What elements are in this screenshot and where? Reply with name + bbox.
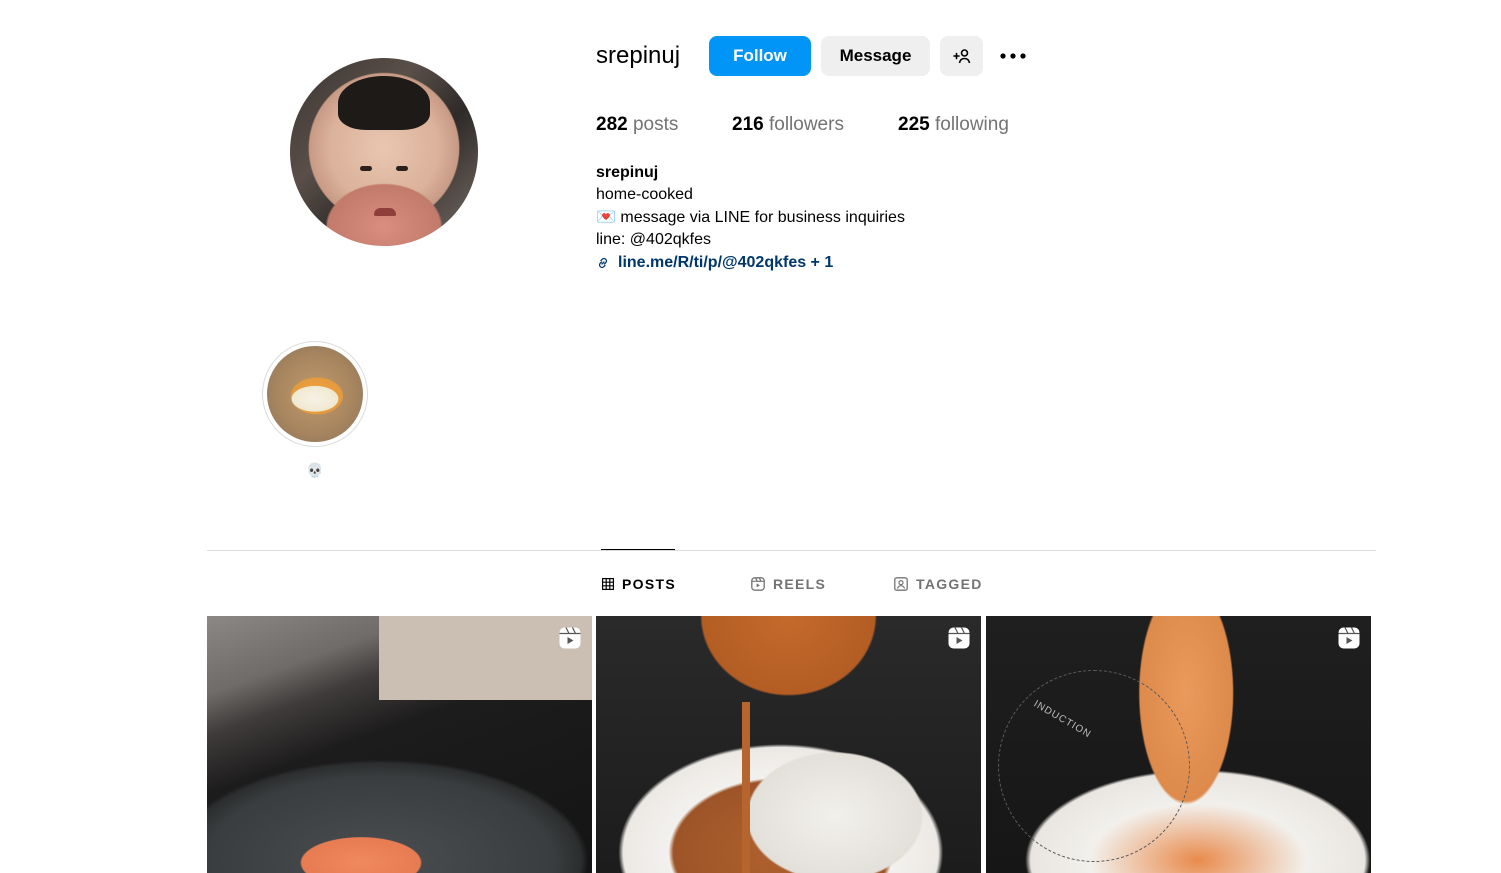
suggest-people-button[interactable] xyxy=(940,36,983,76)
followers-link[interactable]: 216 followers xyxy=(732,112,844,138)
message-button[interactable]: Message xyxy=(821,36,930,76)
following-link[interactable]: 225 following xyxy=(898,112,1009,138)
reel-icon xyxy=(1338,627,1360,649)
tab-reels[interactable]: REELS xyxy=(751,572,826,596)
love-letter-icon: 💌 xyxy=(596,209,616,226)
bio-link[interactable]: line.me/R/ti/p/@402qkfes + 1 xyxy=(596,252,833,274)
post-thumbnail[interactable]: INDUCTION xyxy=(986,616,1371,873)
story-highlight[interactable] xyxy=(262,341,368,447)
grid-icon xyxy=(602,578,614,590)
reel-icon xyxy=(948,627,970,649)
reels-icon xyxy=(751,577,765,591)
bio-line-2: 💌 message via LINE for business inquirie… xyxy=(596,209,905,226)
profile-username: srepinuj xyxy=(596,42,681,69)
post-thumbnail[interactable] xyxy=(207,616,592,873)
highlight-cover-image xyxy=(267,346,363,442)
tab-posts[interactable]: POSTS xyxy=(602,572,676,596)
more-dots-icon xyxy=(1000,53,1026,59)
bio-line-1: home-cooked xyxy=(596,186,693,203)
bio-line-3: line: @402qkfes xyxy=(596,231,711,248)
link-icon xyxy=(599,258,607,268)
tab-tagged[interactable]: TAGGED xyxy=(894,572,983,596)
post-thumbnail[interactable] xyxy=(596,616,981,873)
highlight-title: 💀 xyxy=(306,462,324,478)
follow-button[interactable]: Follow xyxy=(709,36,811,76)
reel-icon xyxy=(559,627,581,649)
more-options-button[interactable] xyxy=(996,36,1030,76)
tabs-divider xyxy=(207,550,1376,551)
active-tab-indicator xyxy=(601,549,675,550)
profile-avatar[interactable] xyxy=(290,58,478,246)
add-person-icon xyxy=(952,49,970,64)
tagged-icon xyxy=(894,577,908,591)
bio-full-name: srepinuj xyxy=(596,164,659,181)
posts-count: 282 posts xyxy=(596,114,679,135)
